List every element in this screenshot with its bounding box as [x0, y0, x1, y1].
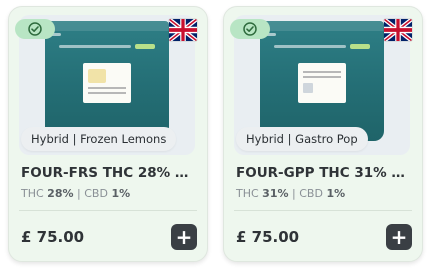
thc-value: 28% — [47, 187, 74, 200]
strain-chip: Hybrid | Frozen Lemons — [21, 127, 177, 151]
check-circle-icon — [230, 19, 270, 39]
divider — [19, 210, 197, 211]
meta-separator: | — [292, 187, 296, 200]
cbd-label: CBD — [84, 187, 108, 200]
thc-label: THC — [236, 187, 259, 200]
product-card[interactable]: Hybrid | Frozen Lemons FOUR-FRS THC 28% … — [8, 6, 208, 262]
product-price: £ 75.00 — [236, 228, 300, 246]
add-to-cart-button[interactable]: + — [386, 224, 412, 250]
cbd-label: CBD — [299, 187, 323, 200]
plus-icon: + — [175, 225, 193, 249]
plus-icon: + — [390, 225, 408, 249]
uk-flag-icon — [169, 19, 197, 41]
add-to-cart-button[interactable]: + — [171, 224, 197, 250]
cannabinoid-info: THC 31% | CBD 1% — [236, 187, 345, 200]
product-price: £ 75.00 — [21, 228, 85, 246]
cbd-value: 1% — [111, 187, 131, 200]
strain-chip: Hybrid | Gastro Pop — [236, 127, 368, 151]
thc-value: 31% — [262, 187, 289, 200]
cannabinoid-info: THC 28% | CBD 1% — [21, 187, 130, 200]
cbd-value: 1% — [326, 187, 346, 200]
divider — [234, 210, 412, 211]
uk-flag-icon — [384, 19, 412, 41]
product-title[interactable]: FOUR-GPP THC 31% CB... — [236, 165, 412, 181]
product-package — [45, 21, 169, 141]
thc-label: THC — [21, 187, 44, 200]
meta-separator: | — [77, 187, 81, 200]
product-title[interactable]: FOUR-FRS THC 28% CB... — [21, 165, 197, 181]
product-card[interactable]: Hybrid | Gastro Pop FOUR-GPP THC 31% CB.… — [223, 6, 423, 262]
check-circle-icon — [15, 19, 55, 39]
product-package — [260, 21, 384, 141]
